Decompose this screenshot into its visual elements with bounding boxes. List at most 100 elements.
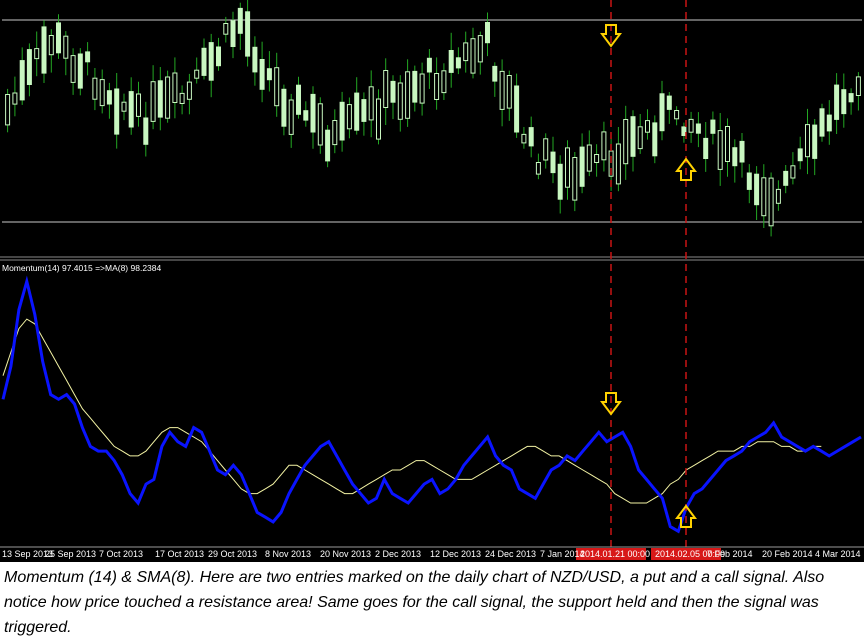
x-tick-label: 20 Feb 2014 xyxy=(762,549,813,559)
candle-body xyxy=(754,173,760,206)
candle-body xyxy=(412,70,418,103)
candle-body xyxy=(623,119,629,165)
candle-body xyxy=(317,103,323,146)
candle-body xyxy=(521,133,527,144)
candle-body xyxy=(252,46,258,73)
candle-body xyxy=(441,70,447,94)
candles-group xyxy=(5,0,861,237)
candle-body xyxy=(114,88,120,135)
candle-body xyxy=(216,46,221,67)
candle-body xyxy=(826,114,832,132)
candle-body xyxy=(208,42,214,81)
candle-body xyxy=(288,99,294,135)
candle-body xyxy=(259,59,265,90)
candle-body xyxy=(296,84,301,115)
candle-body xyxy=(26,49,32,85)
candle-body xyxy=(70,55,76,83)
candle-body xyxy=(601,131,607,161)
candle-body xyxy=(514,85,520,133)
chart-caption: Momentum (14) & SMA(8). Here are two ent… xyxy=(4,569,825,636)
candle-body xyxy=(710,119,716,134)
candle-body xyxy=(397,82,403,120)
x-axis-ticks: 13 Sep 201325 Sep 2013 7 Oct 2013 17 Oct 2… xyxy=(2,549,861,559)
date-label-put: 2014.01.21 00:00 xyxy=(580,549,650,559)
candle-body xyxy=(194,69,200,79)
candle-body xyxy=(732,147,738,167)
candle-body xyxy=(12,92,18,105)
candle-body xyxy=(594,154,600,163)
candle-body xyxy=(303,110,309,121)
candle-body xyxy=(339,101,345,141)
candle-body xyxy=(797,148,803,162)
candle-body xyxy=(332,120,338,146)
candle-body xyxy=(310,93,316,133)
candle-body xyxy=(659,93,665,132)
x-tick-label: 20 Nov 2013 xyxy=(320,549,371,559)
candle-body xyxy=(106,90,112,105)
candle-body xyxy=(790,165,796,179)
candle-body xyxy=(361,99,367,122)
price-pane xyxy=(2,0,862,237)
candle-body xyxy=(739,140,745,163)
candle-body xyxy=(325,129,331,162)
candle-body xyxy=(223,23,229,35)
candle-body xyxy=(5,94,11,126)
candle-body xyxy=(746,172,752,190)
chart-frame: Momentum(14) 97.4015 =>MA(8) 98.2384 13 … xyxy=(0,0,864,562)
indicator-pane xyxy=(1,275,862,534)
candle-body xyxy=(63,35,69,59)
candle-body xyxy=(645,120,650,133)
candle-body xyxy=(812,124,818,159)
candle-body xyxy=(128,91,134,128)
candle-body xyxy=(637,126,643,150)
candle-body xyxy=(346,104,352,130)
candle-body xyxy=(463,42,469,62)
candle-body xyxy=(245,11,251,57)
candle-body xyxy=(565,147,570,188)
candle-body xyxy=(19,60,25,101)
ma-line xyxy=(2,318,822,504)
candle-body xyxy=(405,71,411,119)
candle-body xyxy=(717,130,723,170)
x-tick-label: 4 Mar 2014 xyxy=(815,549,861,559)
candle-body xyxy=(586,144,592,172)
candle-body xyxy=(92,77,98,100)
x-tick-label: 7 Oct 2013 xyxy=(99,549,143,559)
trading-chart: Momentum(14) 97.4015 =>MA(8) 98.2384 13 … xyxy=(0,0,864,560)
x-tick-label: 7 Jan 2014 xyxy=(540,549,585,559)
candle-body xyxy=(143,117,149,145)
candle-body xyxy=(470,38,476,74)
candle-body xyxy=(383,70,389,108)
x-tick-label: 17 Oct 2013 xyxy=(155,549,204,559)
candle-body xyxy=(855,76,861,97)
candle-body xyxy=(572,157,578,201)
candle-body xyxy=(579,146,585,187)
candle-body xyxy=(121,101,127,112)
candle-body xyxy=(761,177,767,217)
candle-body xyxy=(834,84,840,120)
candle-body xyxy=(150,81,156,122)
indicator-label: Momentum(14) 97.4015 =>MA(8) 98.2384 xyxy=(2,263,162,273)
candle-body xyxy=(615,143,621,185)
momentum-line xyxy=(1,275,862,534)
candle-body xyxy=(201,47,207,76)
candle-body xyxy=(725,126,730,162)
candle-body xyxy=(783,170,789,186)
candle-body xyxy=(688,118,694,133)
candle-body xyxy=(56,22,61,54)
candle-body xyxy=(266,68,272,81)
candle-body xyxy=(848,93,854,103)
candle-body xyxy=(179,92,185,105)
candle-body xyxy=(230,20,236,47)
x-tick-label: 25 Sep 2013 xyxy=(45,549,96,559)
candle-body xyxy=(448,50,454,73)
candle-body xyxy=(77,53,83,89)
candle-body xyxy=(281,88,287,127)
candle-body xyxy=(485,22,490,44)
date-label-call: 2014.02.05 00:00 xyxy=(655,549,725,559)
candle-body xyxy=(99,79,105,107)
candle-body xyxy=(48,35,54,56)
candle-body xyxy=(805,124,810,158)
candle-body xyxy=(186,81,192,100)
candle-body xyxy=(354,92,360,131)
